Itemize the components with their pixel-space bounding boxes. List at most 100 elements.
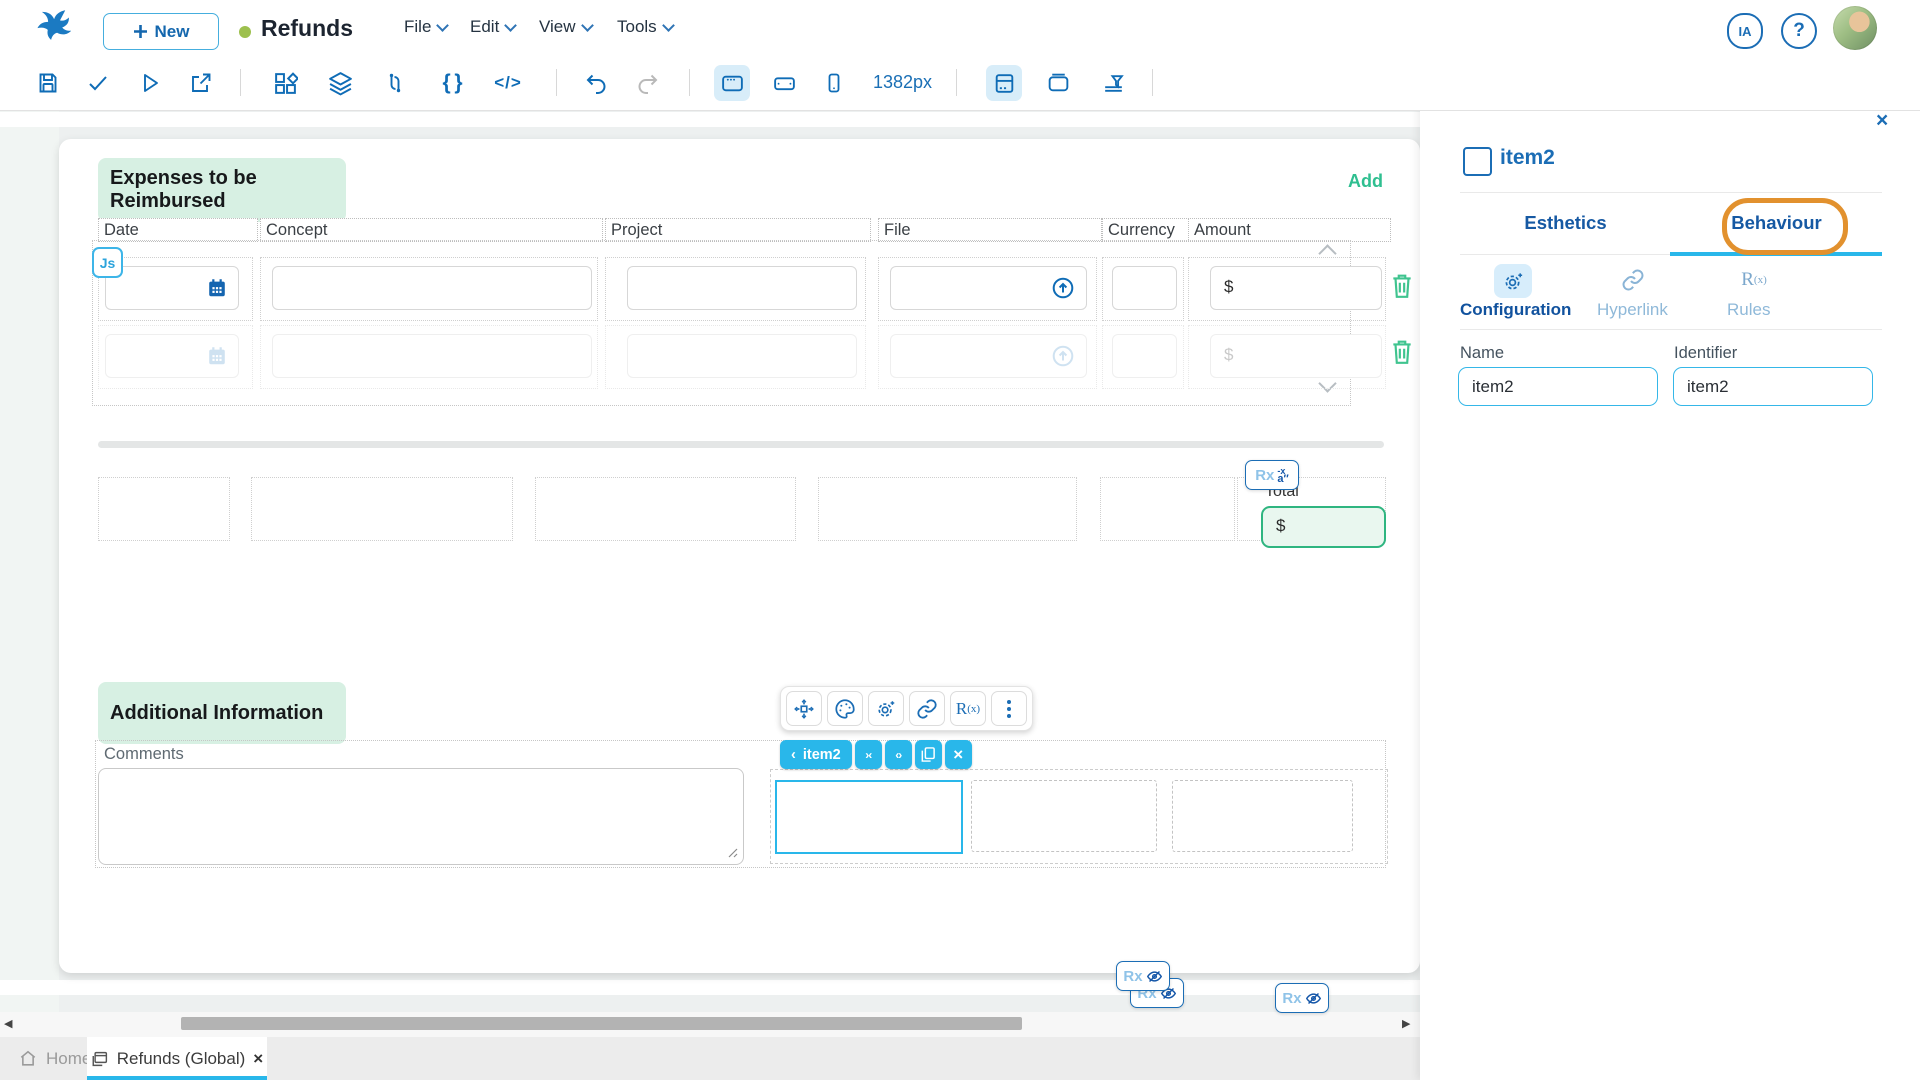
- additional-section-header[interactable]: Additional Information: [98, 682, 346, 744]
- empty-cell[interactable]: [818, 477, 1077, 541]
- hscroll-thumb[interactable]: [181, 1017, 1022, 1030]
- menu-view[interactable]: View: [539, 17, 594, 37]
- expressions-icon[interactable]: { }: [435, 65, 471, 101]
- item2-checkbox[interactable]: [1463, 147, 1492, 176]
- layout-box[interactable]: [971, 780, 1157, 852]
- identifier-input[interactable]: [1673, 367, 1873, 406]
- preview-play-icon[interactable]: [132, 65, 168, 101]
- toolbar-divider: [956, 69, 957, 96]
- filter-icon[interactable]: [1095, 65, 1131, 101]
- bottom-tabbar: Home Refunds (Global) ×: [0, 1037, 1420, 1080]
- empty-cell[interactable]: [1100, 477, 1235, 541]
- hidden-rule-badge[interactable]: Rx: [1275, 983, 1329, 1013]
- resize-grip-icon[interactable]: [727, 847, 738, 858]
- datasource-icon[interactable]: [986, 65, 1022, 101]
- device-phone-icon[interactable]: [816, 65, 852, 101]
- column-header-date: Date: [98, 218, 258, 242]
- element-toolbar: R (x): [780, 686, 1033, 731]
- layout-box[interactable]: [1172, 780, 1353, 852]
- empty-cell[interactable]: [251, 477, 513, 541]
- panel-close-icon[interactable]: ×: [1876, 109, 1888, 133]
- js-rule-badge[interactable]: Js: [92, 247, 123, 278]
- name-input[interactable]: [1458, 367, 1658, 406]
- formula-badge[interactable]: Rx -x a″: [1245, 460, 1299, 490]
- chevron-down-icon: [580, 18, 594, 32]
- menu-edit[interactable]: Edit: [470, 17, 518, 37]
- empty-cell[interactable]: [98, 477, 230, 541]
- upload-icon[interactable]: [1051, 276, 1075, 300]
- save-icon[interactable]: [30, 65, 66, 101]
- device-desktop-icon[interactable]: [714, 65, 750, 101]
- date-input[interactable]: [105, 266, 239, 310]
- expenses-section-header[interactable]: Expenses to be Reimbursed: [98, 158, 346, 222]
- collapse-columns-icon[interactable]: ›‹: [854, 740, 882, 769]
- amount-input[interactable]: $: [1210, 266, 1382, 310]
- subtab-configuration[interactable]: Configuration: [1460, 300, 1571, 320]
- configuration-gear-icon[interactable]: [1494, 264, 1532, 298]
- container-icon[interactable]: [1040, 65, 1076, 101]
- redo-icon[interactable]: [630, 65, 666, 101]
- settings-gear-icon[interactable]: [868, 691, 904, 726]
- tab-refunds-global[interactable]: Refunds (Global) ×: [87, 1037, 267, 1080]
- validate-icon[interactable]: [80, 65, 116, 101]
- ghost-amount-input: $: [1210, 334, 1382, 378]
- delete-selection-icon[interactable]: ×: [944, 740, 972, 769]
- chevron-down-icon: [436, 18, 450, 32]
- help-button[interactable]: ?: [1781, 13, 1817, 49]
- select-parent-button[interactable]: ‹ item2: [780, 740, 852, 769]
- column-header-concept: Concept: [260, 218, 603, 242]
- menu-tools[interactable]: Tools: [617, 17, 675, 37]
- empty-cell[interactable]: [535, 477, 796, 541]
- subtab-rules[interactable]: Rules: [1727, 300, 1770, 320]
- tab-home[interactable]: Home: [18, 1037, 91, 1080]
- source-code-icon[interactable]: </>: [490, 65, 526, 101]
- duplicate-icon[interactable]: [914, 740, 942, 769]
- rules-rx-icon[interactable]: R (x): [1736, 264, 1772, 296]
- new-button[interactable]: New: [103, 13, 219, 50]
- scroll-left-arrow[interactable]: ◀: [4, 1017, 12, 1030]
- device-tablet-icon[interactable]: [766, 65, 802, 101]
- flow-icon[interactable]: [377, 65, 413, 101]
- components-icon[interactable]: [267, 65, 303, 101]
- item2-selected-box[interactable]: [775, 780, 963, 854]
- delete-row-icon[interactable]: [1391, 339, 1413, 365]
- file-input[interactable]: [890, 266, 1087, 310]
- form-tab-icon: [92, 1051, 107, 1066]
- currency-input[interactable]: [1112, 266, 1177, 310]
- calendar-icon[interactable]: [206, 277, 228, 299]
- layers-icon[interactable]: [322, 65, 358, 101]
- esthetics-palette-icon[interactable]: [827, 691, 863, 726]
- undo-icon[interactable]: [578, 65, 614, 101]
- add-row-link[interactable]: Add: [1317, 171, 1383, 192]
- properties-panel: × item2 Esthetics Behaviour R (x) Configu…: [1420, 103, 1920, 1080]
- comments-label: Comments: [104, 745, 184, 763]
- hyperlink-icon[interactable]: [909, 691, 945, 726]
- rules-rx-icon[interactable]: R (x): [950, 691, 986, 726]
- active-tab-underline: [87, 1076, 267, 1080]
- hyperlink-icon[interactable]: [1618, 264, 1648, 296]
- hidden-rule-badge[interactable]: Rx: [1116, 961, 1170, 991]
- user-avatar[interactable]: [1833, 6, 1877, 50]
- subtab-hyperlink[interactable]: Hyperlink: [1597, 300, 1668, 320]
- total-input[interactable]: $: [1261, 506, 1386, 548]
- code-view-icon[interactable]: ‹›: [884, 740, 912, 769]
- publish-icon[interactable]: [183, 65, 219, 101]
- behaviour-highlight-ring: [1722, 198, 1848, 255]
- app-logo-icon[interactable]: [30, 8, 76, 48]
- project-input[interactable]: [627, 266, 857, 310]
- menu-file[interactable]: File: [404, 17, 450, 37]
- delete-row-icon[interactable]: [1391, 273, 1413, 299]
- subtab-divider: [1460, 329, 1882, 330]
- move-icon[interactable]: [786, 691, 822, 726]
- selection-toolbar: ‹ item2 ›‹ ‹› ×: [780, 740, 972, 769]
- ghost-file-input: [890, 334, 1087, 378]
- concept-input[interactable]: [272, 266, 592, 310]
- tab-close-icon[interactable]: ×: [253, 1049, 263, 1069]
- tab-esthetics[interactable]: Esthetics: [1460, 212, 1671, 234]
- ghost-date-input: [105, 334, 239, 378]
- scroll-right-arrow[interactable]: ▶: [1402, 1017, 1410, 1030]
- comments-textarea[interactable]: [98, 768, 744, 865]
- more-kebab-icon[interactable]: [991, 691, 1027, 726]
- ia-badge[interactable]: IA: [1727, 13, 1763, 49]
- canvas-left-gutter: [0, 110, 59, 1013]
